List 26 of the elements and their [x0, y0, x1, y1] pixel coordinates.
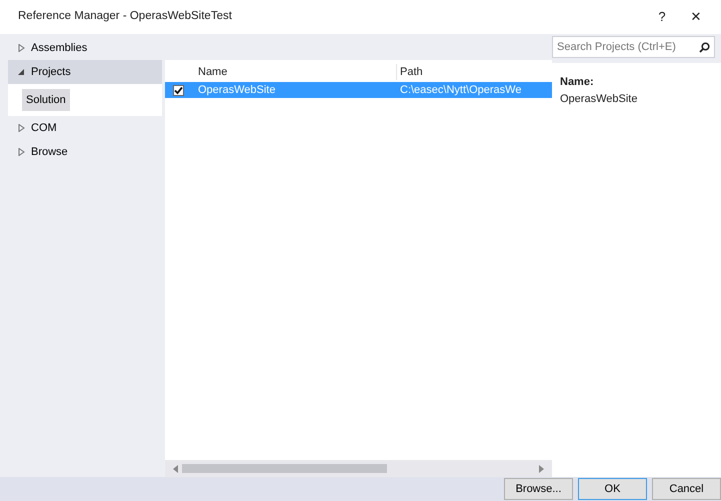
expand-icon[interactable]: [18, 124, 25, 132]
expand-icon[interactable]: [18, 148, 25, 156]
collapse-icon[interactable]: [18, 68, 25, 76]
help-button[interactable]: ?: [645, 7, 679, 27]
close-button[interactable]: ✕: [679, 7, 713, 27]
scroll-left-icon[interactable]: [173, 464, 178, 472]
sidebar-item[interactable]: Projects: [8, 60, 162, 84]
dialog-button[interactable]: Browse...: [504, 478, 573, 500]
window-title: Reference Manager - OperasWebSiteTest: [18, 9, 233, 24]
column-header[interactable]: Name: [195, 64, 397, 80]
checkbox[interactable]: [173, 84, 184, 96]
dialog-button[interactable]: OK: [578, 478, 647, 500]
dialog-button[interactable]: Cancel: [652, 478, 721, 500]
search-field[interactable]: Search Projects (Ctrl+E): [552, 36, 715, 58]
sidebar-item[interactable]: Assemblies: [8, 36, 162, 60]
sidebar-item[interactable]: COM: [8, 116, 162, 140]
scrollbar-thumb[interactable]: [182, 464, 387, 473]
scroll-right-icon[interactable]: [539, 464, 544, 472]
expand-icon[interactable]: [18, 44, 25, 52]
sidebar-item[interactable]: Browse: [8, 140, 162, 164]
detail-value: OperasWebSite: [560, 92, 638, 106]
search-icon[interactable]: [699, 42, 710, 52]
sidebar-subitem[interactable]: Solution: [22, 88, 70, 112]
column-header[interactable]: Path: [397, 64, 552, 80]
detail-label: Name:: [560, 75, 595, 90]
horizontal-scrollbar[interactable]: [165, 460, 552, 477]
